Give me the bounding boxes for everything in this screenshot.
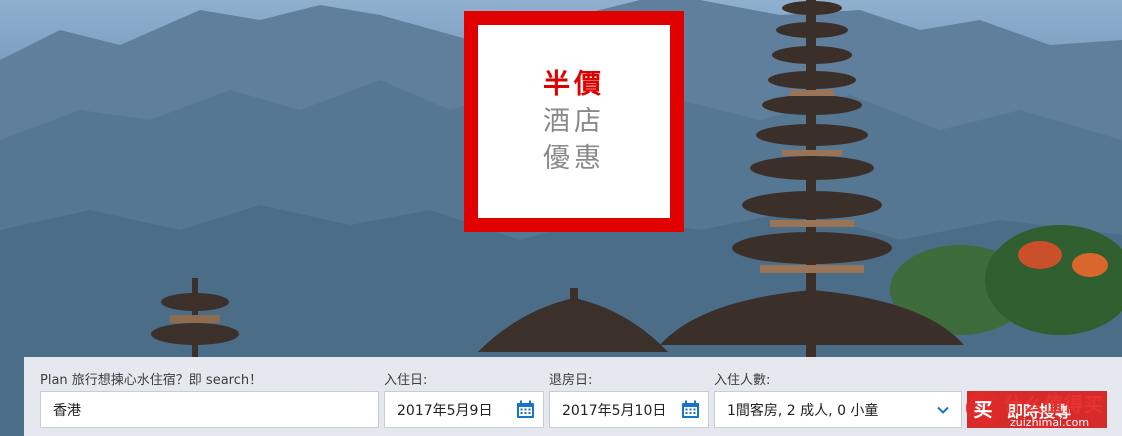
guests-value: 1間客房, 2 成人, 0 小童 xyxy=(727,402,879,419)
checkin-label: 入住日: xyxy=(384,373,428,388)
checkout-date-value: 2017年5月10日 xyxy=(562,402,667,419)
guests-select[interactable]: 1間客房, 2 成人, 0 小童 xyxy=(714,391,962,428)
watermark-logo: 买 xyxy=(966,391,1000,425)
promo-subtitle-offer: 優惠 xyxy=(543,143,605,174)
hotel-search-bar: Plan 旅行想揀心水住宿？即 search！ 入住日: 2017年5月9日 退… xyxy=(24,357,1122,436)
destination-field[interactable] xyxy=(40,391,379,428)
destination-label: Plan 旅行想揀心水住宿？即 search！ xyxy=(40,373,263,388)
promo-subtitle-hotel: 酒店 xyxy=(543,106,605,137)
guests-label: 入住人數: xyxy=(714,373,771,388)
chevron-down-icon[interactable] xyxy=(937,404,949,416)
checkout-label: 退房日: xyxy=(549,373,593,388)
watermark-url: zuizhimai.com xyxy=(1010,416,1090,429)
calendar-icon[interactable] xyxy=(516,400,535,419)
calendar-icon[interactable] xyxy=(681,400,700,419)
promo-card: 半價 酒店 優惠 xyxy=(478,25,670,218)
checkin-date-field[interactable]: 2017年5月9日 xyxy=(384,391,544,428)
watermark-text: 什么值得买 xyxy=(1004,394,1105,416)
promo-title: 半價 xyxy=(543,69,605,100)
promo-badge[interactable]: 半價 酒店 優惠 xyxy=(464,11,684,232)
checkin-date-value: 2017年5月9日 xyxy=(397,402,493,419)
checkout-date-field[interactable]: 2017年5月10日 xyxy=(549,391,709,428)
destination-input[interactable] xyxy=(53,401,378,418)
watermark: 买 什么值得买 zuizhimai.com xyxy=(966,385,1122,436)
